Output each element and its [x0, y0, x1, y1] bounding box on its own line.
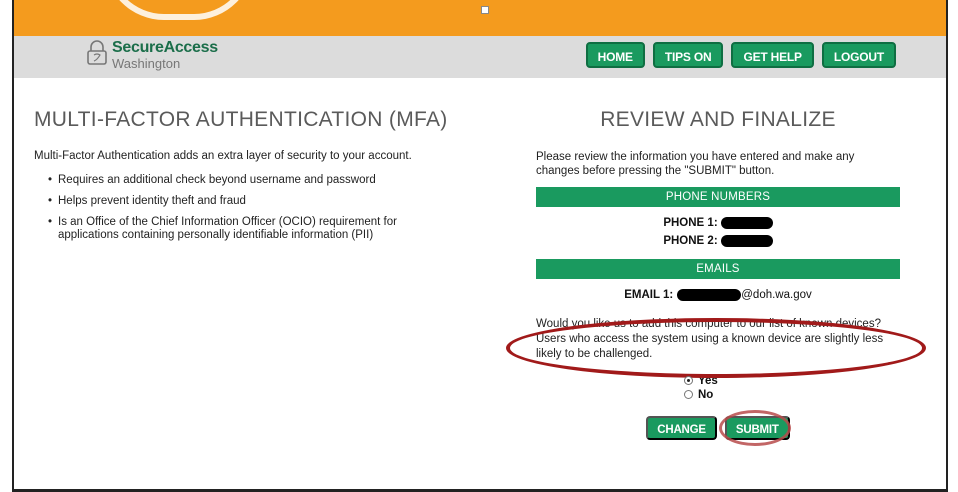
annotation-ellipse	[506, 318, 926, 378]
option-no-label: No	[698, 388, 714, 401]
phone-2-row: PHONE 2:	[536, 234, 900, 247]
browser-frame: SecureAccess Washington HOME TIPS ON GET…	[12, 0, 948, 492]
lock-icon	[86, 40, 108, 66]
annotation-circle	[718, 409, 791, 446]
mfa-intro: Multi-Factor Authentication adds an extr…	[34, 150, 412, 162]
phone-numbers-header: PHONE NUMBERS	[536, 186, 900, 207]
nav-buttons: HOME TIPS ON GET HELP LOGOUT	[585, 42, 896, 68]
brand-subtitle: Washington	[112, 56, 181, 71]
list-item: • Requires an additional check beyond use…	[48, 174, 484, 188]
submit-wrapper: SUBMIT	[718, 409, 791, 446]
radio-yes[interactable]	[684, 376, 693, 386]
radio-no[interactable]	[684, 390, 693, 400]
phone-1-label: PHONE 1:	[663, 216, 718, 229]
phone-2-label: PHONE 2:	[663, 234, 718, 247]
state-seal-logo	[104, 0, 254, 20]
tips-on-button[interactable]: TIPS ON	[652, 42, 724, 68]
change-button[interactable]: CHANGE	[646, 415, 717, 440]
mfa-heading: MULTI-FACTOR AUTHENTICATION (MFA)	[34, 108, 448, 131]
mfa-bullet-list: • Requires an additional check beyond use…	[48, 174, 484, 243]
review-instructions: Please review the information you have e…	[536, 151, 855, 178]
redaction-mark	[720, 216, 773, 229]
top-banner	[14, 0, 946, 36]
review-heading: REVIEW AND FINALIZE	[600, 108, 836, 131]
home-button[interactable]: HOME	[585, 42, 645, 68]
brand-title: SecureAccess	[112, 39, 218, 56]
bullet-text: Requires an additional check beyond user…	[58, 174, 376, 186]
phone-1-row: PHONE 1:	[536, 216, 900, 229]
email-1-row: EMAIL 1: @doh.wa.gov	[536, 288, 900, 301]
list-item: • Helps prevent identity theft and fraud	[48, 195, 484, 209]
logout-button[interactable]: LOGOUT	[821, 42, 896, 68]
header-nav: SecureAccess Washington HOME TIPS ON GET…	[14, 36, 946, 78]
redaction-mark	[720, 234, 773, 247]
email-1-domain: @doh.wa.gov	[741, 288, 812, 301]
email-1-label: EMAIL 1:	[624, 288, 674, 301]
review-panel: REVIEW AND FINALIZE Please review the in…	[506, 108, 926, 446]
bullet-icon: •	[48, 215, 53, 228]
bullet-icon: •	[48, 194, 53, 207]
mfa-info-panel: MULTI-FACTOR AUTHENTICATION (MFA) Multi-…	[34, 108, 484, 250]
list-item: • Is an Office of the Chief Information O…	[48, 216, 484, 244]
option-no[interactable]: No	[684, 388, 900, 402]
emails-header: EMAILS	[536, 258, 900, 279]
bullet-text: Helps prevent identity theft and fraud	[58, 194, 246, 207]
redaction-mark	[677, 288, 742, 301]
bullet-icon: •	[48, 174, 53, 186]
secure-access-logo[interactable]: SecureAccess Washington	[86, 40, 218, 70]
form-actions: CHANGE SUBMIT	[536, 409, 900, 446]
selection-handle	[481, 6, 489, 14]
bullet-text: Is an Office of the Chief Information Of…	[58, 215, 397, 242]
get-help-button[interactable]: GET HELP	[731, 42, 814, 68]
